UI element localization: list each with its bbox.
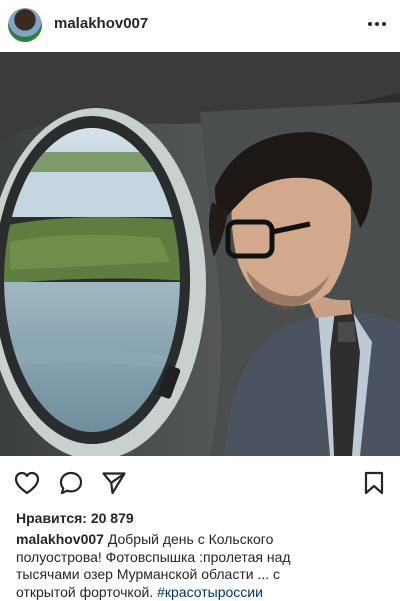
post-header: malakhov007 [0,0,400,50]
action-bar [0,458,400,506]
photo-illustration [0,52,400,456]
likes-count[interactable]: Нравится: 20 879 [16,510,134,526]
paper-plane-icon[interactable] [101,470,127,496]
post-caption: malakhov007 Добрый день с Кольского полу… [16,531,316,601]
caption-hashtag[interactable]: #красотыроссии [157,584,263,600]
comment-icon[interactable] [58,470,84,496]
more-options-icon[interactable] [366,14,388,34]
username[interactable]: malakhov007 [54,15,148,32]
post-photo[interactable] [0,52,400,456]
caption-username[interactable]: malakhov007 [16,531,104,547]
avatar[interactable] [8,8,42,42]
bookmark-icon[interactable] [361,470,387,496]
heart-icon[interactable] [14,470,40,496]
